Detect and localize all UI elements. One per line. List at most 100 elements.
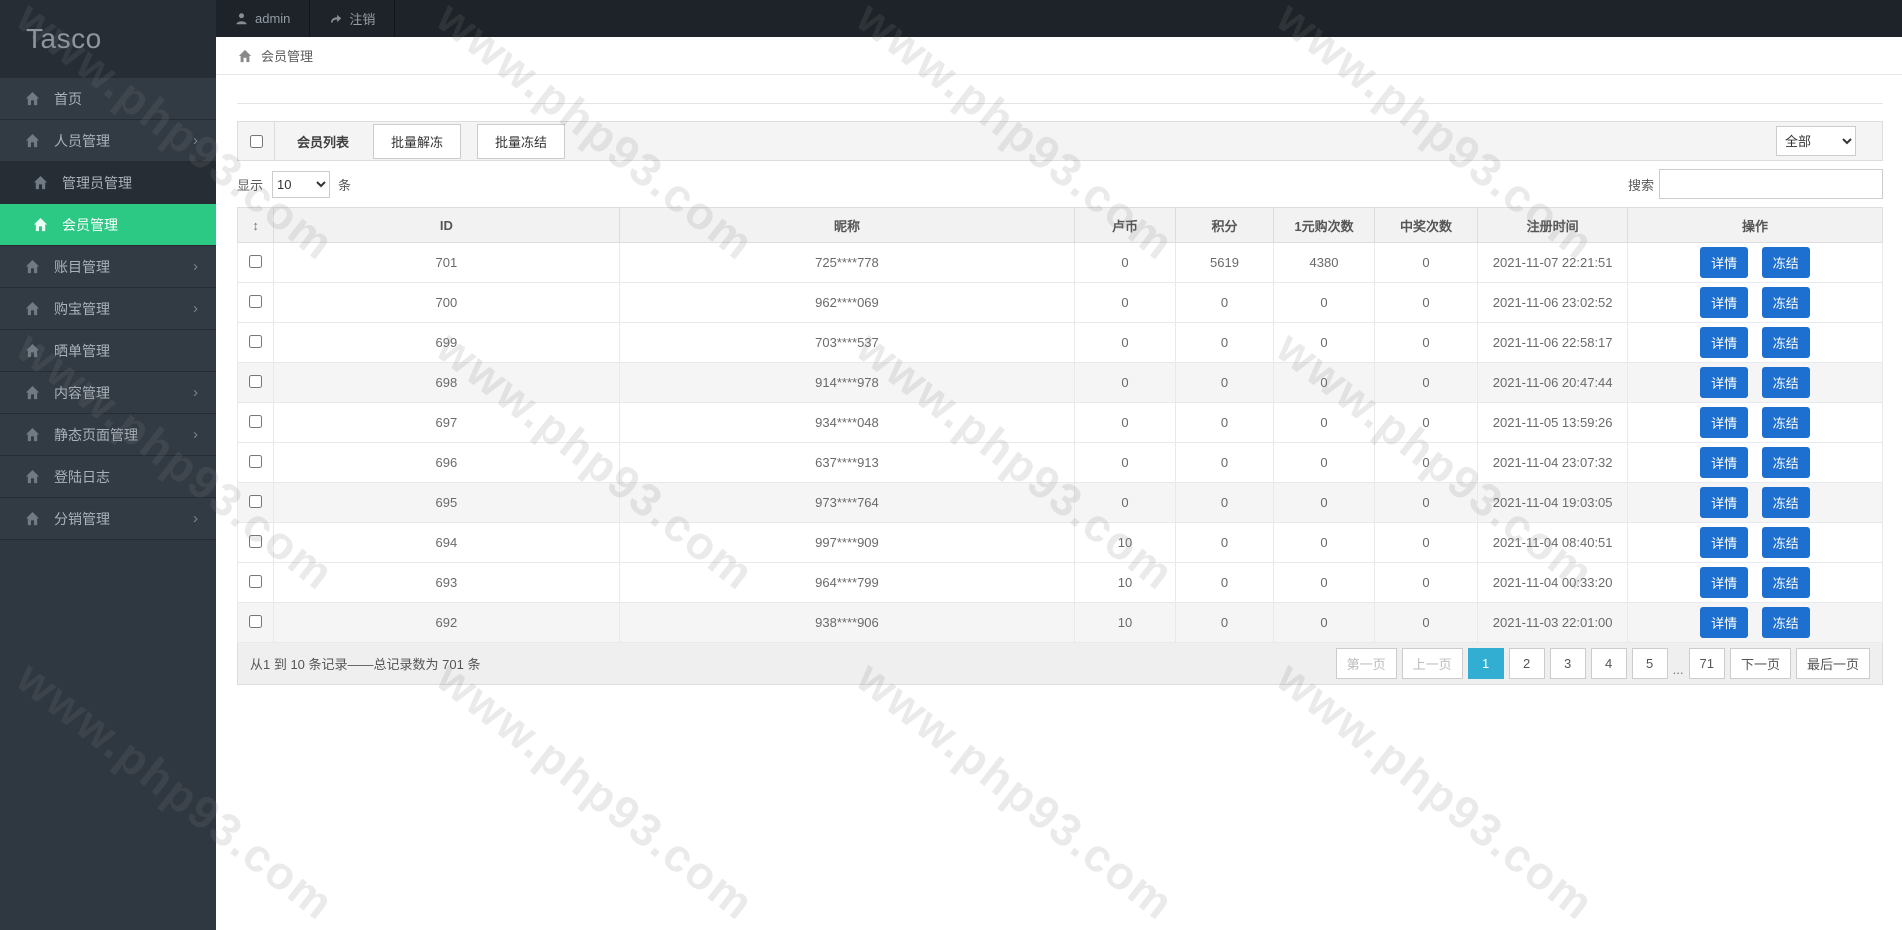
members-table: ↕ ID 昵称 卢币 积分 1元购次数 中奖次数 注册时间 操作 701 725… [236, 207, 1884, 643]
freeze-button[interactable]: 冻结 [1761, 327, 1810, 358]
page-button[interactable]: 最后一页 [1795, 648, 1870, 679]
topbar-user[interactable]: admin [216, 0, 311, 37]
batch-unfreeze-button[interactable]: 批量解冻 [373, 123, 462, 159]
freeze-button[interactable]: 冻结 [1761, 487, 1810, 518]
page-button[interactable]: 上一页 [1401, 648, 1463, 679]
table-row: 693 964****799 10 0 0 0 2021-11-04 00:33… [236, 562, 1884, 603]
cell-win-count: 0 [1373, 442, 1479, 483]
page-button[interactable]: 2 [1508, 648, 1545, 679]
page-button[interactable]: 第一页 [1335, 648, 1397, 679]
row-checkbox[interactable] [249, 334, 263, 348]
detail-button[interactable]: 详情 [1700, 247, 1749, 278]
chevron-right-icon: › [193, 132, 198, 149]
freeze-button[interactable]: 冻结 [1761, 287, 1810, 318]
sidebar-item-label: 晒单管理 [54, 342, 110, 359]
sidebar-item[interactable]: 晒单管理 [0, 330, 216, 372]
row-checkbox[interactable] [249, 534, 263, 548]
detail-button[interactable]: 详情 [1700, 287, 1749, 318]
sidebar-item[interactable]: 人员管理 › [0, 120, 216, 162]
cell-buy-count: 4380 [1273, 242, 1375, 283]
sidebar-item-label: 登陆日志 [54, 468, 110, 485]
cell-buy-count: 0 [1273, 402, 1375, 443]
cell-points: 0 [1174, 522, 1275, 563]
select-all-checkbox[interactable] [249, 134, 263, 148]
page-button[interactable]: 下一页 [1729, 648, 1791, 679]
sidebar-item-label: 人员管理 [54, 132, 110, 149]
page-button[interactable]: 71 [1688, 648, 1725, 679]
detail-button[interactable]: 详情 [1700, 407, 1749, 438]
detail-button[interactable]: 详情 [1700, 607, 1749, 638]
logout-label: 注销 [349, 12, 376, 27]
records-summary: 从1 到 10 条记录——总记录数为 701 条 [250, 657, 481, 672]
cell-register-time: 2021-11-04 23:07:32 [1477, 442, 1628, 483]
detail-button[interactable]: 详情 [1700, 527, 1749, 558]
detail-button[interactable]: 详情 [1700, 447, 1749, 478]
cell-nick: 725****778 [618, 242, 1076, 283]
detail-button[interactable]: 详情 [1700, 327, 1749, 358]
cell-points: 0 [1174, 322, 1275, 363]
sidebar-item[interactable]: 管理员管理 [0, 162, 216, 204]
freeze-button[interactable]: 冻结 [1761, 607, 1810, 638]
search-label: 搜索 [1627, 177, 1654, 193]
table-header-row: ↕ ID 昵称 卢币 积分 1元购次数 中奖次数 注册时间 操作 [236, 207, 1884, 243]
row-checkbox[interactable] [249, 374, 263, 388]
row-checkbox[interactable] [249, 414, 263, 428]
cell-register-time: 2021-11-04 00:33:20 [1477, 562, 1628, 603]
unit-label: 条 [338, 177, 352, 193]
sidebar-item[interactable]: 内容管理 › [0, 372, 216, 414]
col-header-nick: 昵称 [618, 207, 1076, 243]
search-input[interactable] [1659, 169, 1883, 199]
table-controls: 显示 10 条 搜索 [237, 161, 1883, 207]
sidebar-item[interactable]: 账目管理 › [0, 246, 216, 288]
sidebar-item[interactable]: 会员管理 [0, 204, 216, 246]
status-filter-select[interactable]: 全部 [1776, 126, 1856, 156]
page-button[interactable]: 4 [1590, 648, 1627, 679]
cell-points: 0 [1174, 282, 1275, 323]
page-button[interactable]: 1 [1467, 648, 1504, 679]
toolbar: 会员列表 批量解冻 批量冻结 全部 [237, 121, 1883, 161]
sort-icon[interactable]: ↕ [252, 218, 259, 233]
sidebar-item-label: 账目管理 [54, 258, 110, 275]
sidebar-item[interactable]: 分销管理 › [0, 498, 216, 540]
freeze-button[interactable]: 冻结 [1761, 527, 1810, 558]
home-icon [25, 301, 41, 317]
detail-button[interactable]: 详情 [1700, 487, 1749, 518]
logout-button[interactable]: 注销 [310, 0, 396, 37]
cell-coin: 0 [1074, 242, 1176, 283]
cell-register-time: 2021-11-03 22:01:00 [1477, 602, 1628, 643]
row-checkbox[interactable] [249, 574, 263, 588]
app-logo: Tasco [0, 0, 216, 78]
cell-id: 693 [273, 562, 620, 603]
cell-id: 694 [273, 522, 620, 563]
page-button[interactable]: 3 [1549, 648, 1586, 679]
sidebar-menu: 首页 人员管理 › 管理员管理 会员管理 账目管理 › 购宝管理 › 晒单管理 … [0, 78, 216, 540]
detail-button[interactable]: 详情 [1700, 567, 1749, 598]
sidebar-item[interactable]: 登陆日志 [0, 456, 216, 498]
cell-register-time: 2021-11-06 23:02:52 [1477, 282, 1628, 323]
row-checkbox[interactable] [249, 494, 263, 508]
row-checkbox[interactable] [249, 454, 263, 468]
table-row: 695 973****764 0 0 0 0 2021-11-04 19:03:… [236, 482, 1884, 523]
page-size-select[interactable]: 10 [272, 170, 331, 198]
detail-button[interactable]: 详情 [1700, 367, 1749, 398]
freeze-button[interactable]: 冻结 [1761, 447, 1810, 478]
freeze-button[interactable]: 冻结 [1761, 367, 1810, 398]
cell-win-count: 0 [1373, 322, 1479, 363]
row-checkbox[interactable] [249, 294, 263, 308]
batch-freeze-button[interactable]: 批量冻结 [477, 123, 566, 159]
chevron-right-icon: › [193, 258, 198, 275]
freeze-button[interactable]: 冻结 [1761, 407, 1810, 438]
freeze-button[interactable]: 冻结 [1761, 247, 1810, 278]
cell-coin: 10 [1074, 522, 1176, 563]
home-icon [25, 427, 41, 443]
sidebar-item[interactable]: 购宝管理 › [0, 288, 216, 330]
sidebar-item[interactable]: 首页 [0, 78, 216, 120]
row-checkbox[interactable] [249, 254, 263, 268]
table-row: 692 938****906 10 0 0 0 2021-11-03 22:01… [236, 602, 1884, 643]
row-checkbox[interactable] [249, 614, 263, 628]
freeze-button[interactable]: 冻结 [1761, 567, 1810, 598]
cell-buy-count: 0 [1273, 362, 1375, 403]
sidebar-item[interactable]: 静态页面管理 › [0, 414, 216, 456]
page-button[interactable]: 5 [1631, 648, 1668, 679]
cell-points: 0 [1174, 362, 1275, 403]
